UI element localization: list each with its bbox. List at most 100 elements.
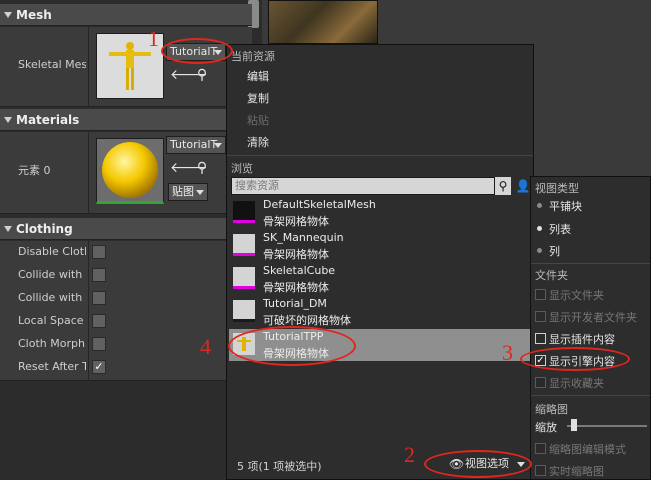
local-space-sim-checkbox[interactable] bbox=[92, 314, 106, 328]
materials-header-label: Materials bbox=[16, 112, 80, 127]
collapse-arrow-icon bbox=[4, 116, 12, 123]
asset-list: DefaultSkeletalMesh 骨架网格物体 SK_Mannequin … bbox=[229, 197, 531, 453]
list-item[interactable]: DefaultSkeletalMesh 骨架网格物体 bbox=[229, 197, 531, 229]
chevron-down-icon bbox=[196, 190, 204, 195]
separator bbox=[531, 263, 650, 264]
collapse-arrow-icon bbox=[4, 225, 12, 232]
column-divider bbox=[88, 132, 89, 214]
annotation-number: 2 bbox=[404, 442, 415, 467]
clothing-prop-label: Collide with A bbox=[18, 291, 86, 304]
show-plugin-checkbox[interactable] bbox=[535, 333, 546, 344]
asset-name: Tutorial_DM bbox=[263, 297, 327, 310]
list-item[interactable]: Tutorial_DM 可破坏的网格物体 bbox=[229, 296, 531, 328]
skeletal-mesh-asset-icon bbox=[233, 201, 255, 223]
user-filter-icon[interactable]: 👤 bbox=[515, 177, 531, 195]
annotation-number: 4 bbox=[200, 334, 211, 359]
reset-after-teleport-checkbox[interactable]: ✓ bbox=[92, 360, 106, 374]
separator bbox=[531, 395, 650, 396]
materials-section-body: 元素 0 TutorialT 🡐 ⚲ 贴图 bbox=[0, 132, 252, 214]
texture-button-label: 贴图 bbox=[172, 185, 194, 198]
mesh-section-header[interactable]: Mesh bbox=[0, 4, 252, 26]
thumb-edit-mode-checkbox[interactable] bbox=[535, 443, 546, 454]
list-item[interactable]: SkeletalCube 骨架网格物体 bbox=[229, 263, 531, 295]
viewport-preview[interactable] bbox=[268, 0, 378, 44]
texture-button[interactable]: 贴图 bbox=[168, 183, 208, 201]
view-type-tiles[interactable]: 平铺块 bbox=[549, 198, 582, 214]
asset-name: DefaultSkeletalMesh bbox=[263, 198, 376, 211]
disable-cloth-checkbox[interactable] bbox=[92, 245, 106, 259]
annotation-ellipse bbox=[161, 38, 233, 64]
asset-picker-popup: 当前资源 编辑 复制 粘贴 清除 浏览 搜索资源 ⚲ 👤 DefaultSkel… bbox=[226, 44, 534, 480]
show-folders-checkbox[interactable] bbox=[535, 289, 546, 300]
search-icon[interactable]: ⚲ bbox=[495, 177, 511, 195]
show-dev-folders-item[interactable]: 显示开发者文件夹 bbox=[549, 309, 637, 325]
details-panel: Mesh Skeletal Mesh TutorialT 🡐 ⚲ Materia… bbox=[0, 0, 262, 480]
skeletal-mesh-label: Skeletal Mesh bbox=[18, 58, 86, 71]
asset-search-input[interactable]: 搜索资源 bbox=[231, 177, 495, 195]
use-selected-arrow-icon[interactable]: 🡐 bbox=[170, 67, 208, 83]
cloth-morph-target-checkbox[interactable] bbox=[92, 337, 106, 351]
clothing-prop-label: Disable Cloth bbox=[18, 245, 86, 258]
browse-search-icon[interactable]: ⚲ bbox=[194, 67, 210, 83]
annotation-ellipse bbox=[424, 450, 532, 478]
show-plugin-item[interactable]: 显示插件内容 bbox=[549, 331, 615, 347]
slider-handle[interactable] bbox=[571, 419, 577, 431]
mesh-header-label: Mesh bbox=[16, 7, 52, 22]
chevron-down-icon bbox=[214, 143, 222, 148]
separator bbox=[227, 155, 533, 156]
realtime-thumb-checkbox[interactable] bbox=[535, 465, 546, 476]
radio-tiles[interactable] bbox=[537, 203, 542, 208]
clothing-prop-label: Local Space S bbox=[18, 314, 86, 327]
radio-columns[interactable] bbox=[537, 248, 542, 253]
show-folders-item[interactable]: 显示文件夹 bbox=[549, 287, 604, 303]
menu-paste[interactable]: 粘贴 bbox=[247, 112, 269, 128]
annotation-number: 3 bbox=[502, 340, 513, 365]
list-item[interactable]: SK_Mannequin 骨架网格物体 bbox=[229, 230, 531, 262]
collapse-arrow-icon bbox=[4, 11, 12, 18]
folders-group-label: 文件夹 bbox=[535, 269, 568, 282]
use-selected-arrow-icon[interactable]: 🡐 bbox=[170, 160, 208, 176]
thumb-edit-mode-item[interactable]: 缩略图编辑模式 bbox=[549, 441, 626, 457]
column-divider bbox=[88, 27, 89, 107]
scale-label: 缩放 bbox=[535, 421, 557, 434]
asset-name: SK_Mannequin bbox=[263, 231, 344, 244]
show-dev-folders-checkbox[interactable] bbox=[535, 311, 546, 322]
realtime-thumb-item[interactable]: 实时缩略图 bbox=[549, 463, 604, 479]
material-combo[interactable]: TutorialT bbox=[166, 136, 226, 154]
clothing-section-header[interactable]: Clothing bbox=[0, 218, 252, 240]
destructible-mesh-asset-icon bbox=[233, 300, 255, 322]
skeletal-mesh-asset-icon bbox=[233, 267, 255, 289]
clothing-prop-label: Cloth Morph T bbox=[18, 337, 86, 350]
asset-name: SkeletalCube bbox=[263, 264, 336, 277]
current-asset-group-label: 当前资源 bbox=[231, 50, 275, 63]
selection-status: 5 项(1 项被选中) bbox=[237, 460, 322, 473]
material-element-label: 元素 0 bbox=[18, 164, 51, 177]
view-type-columns[interactable]: 列 bbox=[549, 243, 560, 259]
annotation-ellipse bbox=[520, 347, 630, 371]
collide-with-attached-checkbox[interactable] bbox=[92, 291, 106, 305]
collide-with-environment-checkbox[interactable] bbox=[92, 268, 106, 282]
menu-edit[interactable]: 编辑 bbox=[247, 68, 269, 84]
view-type-list[interactable]: 列表 bbox=[549, 221, 571, 237]
clothing-prop-label: Collide with E bbox=[18, 268, 86, 281]
browse-group-label: 浏览 bbox=[231, 162, 253, 175]
menu-copy[interactable]: 复制 bbox=[247, 90, 269, 106]
thumbnail-group-label: 缩略图 bbox=[535, 403, 568, 416]
radio-list[interactable] bbox=[537, 226, 542, 231]
show-collections-item[interactable]: 显示收藏夹 bbox=[549, 375, 604, 391]
material-combo-value: TutorialT bbox=[170, 138, 218, 151]
skeletal-mesh-asset-icon bbox=[233, 234, 255, 256]
annotation-number: 1 bbox=[148, 26, 159, 51]
asset-type: 骨架网格物体 bbox=[263, 215, 329, 228]
column-divider bbox=[88, 241, 89, 381]
browse-search-icon[interactable]: ⚲ bbox=[194, 160, 210, 176]
menu-clear[interactable]: 清除 bbox=[247, 134, 269, 150]
show-collections-checkbox[interactable] bbox=[535, 377, 546, 388]
materials-section-header[interactable]: Materials bbox=[0, 109, 252, 131]
material-thumbnail[interactable] bbox=[96, 138, 164, 204]
material-sphere-icon bbox=[97, 139, 163, 201]
thumbnail-scale-slider[interactable] bbox=[567, 425, 647, 427]
view-type-group-label: 视图类型 bbox=[535, 182, 579, 195]
clothing-header-label: Clothing bbox=[16, 221, 73, 236]
clothing-prop-label: Reset After T bbox=[18, 360, 86, 373]
